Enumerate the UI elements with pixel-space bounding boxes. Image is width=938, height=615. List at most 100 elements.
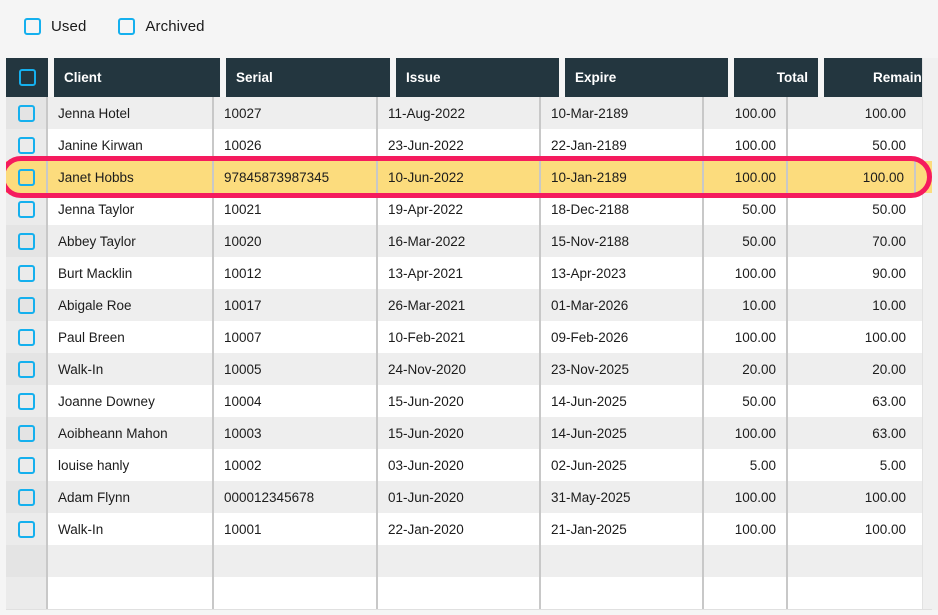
table-row[interactable]: Walk-In 10005 24-Nov-2020 23-Nov-2025 20.00 2… xyxy=(6,353,932,385)
table-row[interactable]: Jenna Hotel 10027 11-Aug-2022 10-Mar-2189 10… xyxy=(6,97,932,129)
column-header-remaining[interactable]: Remaining xyxy=(824,58,938,97)
checkbox-icon[interactable] xyxy=(17,520,35,538)
filter-used[interactable]: Used xyxy=(24,17,86,35)
header-select-all-cell[interactable] xyxy=(6,58,48,97)
checkbox-icon[interactable] xyxy=(17,424,35,442)
checkbox-icon[interactable] xyxy=(17,104,35,122)
column-header-serial[interactable]: Serial xyxy=(226,58,390,97)
cell-remaining-text: 100.00 xyxy=(864,105,906,121)
cell-total: 5.00 xyxy=(704,449,788,481)
cell-total: 100.00 xyxy=(704,321,788,353)
checkbox-icon[interactable] xyxy=(17,136,35,154)
cell-total-text: 100.00 xyxy=(734,329,776,345)
cell-expire-text: 10-Jan-2189 xyxy=(551,169,627,185)
cell-total: 10.00 xyxy=(704,289,788,321)
checkbox-icon[interactable] xyxy=(17,488,35,506)
cell-client: Joanne Downey xyxy=(48,385,214,417)
cell-expire-text: 09-Feb-2026 xyxy=(551,329,629,345)
table-row-selected[interactable]: Janet Hobbs 97845873987345 10-Jun-2022 10-J… xyxy=(6,156,932,198)
column-header-client[interactable]: Client xyxy=(54,58,220,97)
table-row[interactable]: Aoibheann Mahon 10003 15-Jun-2020 14-Jun-20… xyxy=(6,417,932,449)
cell-total-text: 100.00 xyxy=(734,169,776,185)
cell-expire xyxy=(541,545,704,577)
table-row[interactable]: Adam Flynn 000012345678 01-Jun-2020 31-May-… xyxy=(6,481,932,513)
checkbox-icon[interactable] xyxy=(17,392,35,410)
row-select-cell[interactable] xyxy=(6,129,48,161)
checkbox-icon[interactable] xyxy=(17,168,35,186)
row-select-cell[interactable] xyxy=(6,321,48,353)
cell-expire-text: 02-Jun-2025 xyxy=(551,457,627,473)
table-row[interactable]: Burt Macklin 10012 13-Apr-2021 13-Apr-2023 1… xyxy=(6,257,932,289)
cell-client-text: Paul Breen xyxy=(58,329,125,345)
row-select-cell[interactable] xyxy=(6,193,48,225)
checkbox-icon[interactable] xyxy=(17,328,35,346)
cell-issue: 16-Mar-2022 xyxy=(378,225,541,257)
row-select-cell[interactable] xyxy=(6,417,48,449)
table-row[interactable]: Abbey Taylor 10020 16-Mar-2022 15-Nov-2188 5… xyxy=(6,225,932,257)
cell-issue: 15-Jun-2020 xyxy=(378,385,541,417)
cell-expire-text: 22-Jan-2189 xyxy=(551,137,627,153)
column-header-expire[interactable]: Expire xyxy=(565,58,728,97)
row-select-cell[interactable] xyxy=(6,257,48,289)
cell-total: 50.00 xyxy=(704,193,788,225)
cell-remaining-text: 100.00 xyxy=(862,169,904,185)
cell-total-text: 100.00 xyxy=(734,489,776,505)
cell-serial xyxy=(214,545,378,577)
table-row[interactable]: Abigale Roe 10017 26-Mar-2021 01-Mar-2026 10… xyxy=(6,289,932,321)
checkbox-icon[interactable] xyxy=(17,264,35,282)
row-select-cell[interactable] xyxy=(6,97,48,129)
checkbox-icon[interactable] xyxy=(17,296,35,314)
cell-issue-text: 16-Mar-2022 xyxy=(388,233,466,249)
row-select-cell[interactable] xyxy=(6,225,48,257)
checkbox-icon[interactable] xyxy=(17,200,35,218)
row-select-cell[interactable] xyxy=(6,577,48,609)
row-select-cell[interactable] xyxy=(6,161,48,193)
row-select-cell[interactable] xyxy=(6,353,48,385)
grid-body: Jenna Hotel 10027 11-Aug-2022 10-Mar-2189 10… xyxy=(6,97,932,610)
cell-remaining-text: 5.00 xyxy=(879,457,906,473)
cell-client-text: Aoibheann Mahon xyxy=(58,425,168,441)
table-row[interactable]: Paul Breen 10007 10-Feb-2021 09-Feb-2026 100… xyxy=(6,321,932,353)
cell-total: 20.00 xyxy=(704,353,788,385)
table-row[interactable] xyxy=(6,545,932,577)
checkbox-icon[interactable] xyxy=(17,360,35,378)
table-row[interactable]: Walk-In 10001 22-Jan-2020 21-Jan-2025 100.00… xyxy=(6,513,932,545)
cell-serial-text: 10004 xyxy=(224,393,262,409)
cell-client: Janine Kirwan xyxy=(48,129,214,161)
cell-issue-text: 03-Jun-2020 xyxy=(388,457,464,473)
filter-archived[interactable]: Archived xyxy=(118,17,204,35)
checkbox-icon[interactable] xyxy=(17,456,35,474)
cell-serial-text: 000012345678 xyxy=(224,489,315,505)
checkbox-icon[interactable] xyxy=(17,232,35,250)
row-select-cell[interactable] xyxy=(6,385,48,417)
cell-issue-text: 24-Nov-2020 xyxy=(388,361,467,377)
row-select-cell[interactable] xyxy=(6,449,48,481)
checkbox-icon[interactable] xyxy=(24,17,41,35)
cell-serial: 10027 xyxy=(214,97,378,129)
row-select-cell[interactable] xyxy=(6,513,48,545)
table-row[interactable] xyxy=(6,577,932,609)
row-select-cell[interactable] xyxy=(6,545,48,577)
table-row[interactable]: Janine Kirwan 10026 23-Jun-2022 22-Jan-2189… xyxy=(6,129,932,161)
table-row[interactable]: louise hanly 10002 03-Jun-2020 02-Jun-2025 5… xyxy=(6,449,932,481)
vertical-scrollbar[interactable] xyxy=(922,58,938,610)
row-select-cell[interactable] xyxy=(6,481,48,513)
cell-serial xyxy=(214,577,378,609)
column-header-issue[interactable]: Issue xyxy=(396,58,559,97)
cell-serial: 97845873987345 xyxy=(214,161,378,193)
cell-issue-text: 10-Jun-2022 xyxy=(388,169,464,185)
column-header-expire-label: Expire xyxy=(575,70,617,85)
row-select-cell[interactable] xyxy=(6,289,48,321)
table-row[interactable]: Joanne Downey 10004 15-Jun-2020 14-Jun-2025… xyxy=(6,385,932,417)
cell-serial: 10007 xyxy=(214,321,378,353)
table-row[interactable]: Jenna Taylor 10021 19-Apr-2022 18-Dec-2188 5… xyxy=(6,193,932,225)
filter-bar: Used Archived xyxy=(0,0,938,52)
cell-issue: 10-Jun-2022 xyxy=(378,161,541,193)
checkbox-icon[interactable] xyxy=(18,69,36,86)
column-header-total[interactable]: Total xyxy=(734,58,818,97)
cell-remaining-text: 50.00 xyxy=(872,201,906,217)
cell-expire: 01-Mar-2026 xyxy=(541,289,704,321)
checkbox-icon[interactable] xyxy=(118,17,136,35)
cell-expire xyxy=(541,577,704,609)
column-header-total-label: Total xyxy=(776,70,808,85)
